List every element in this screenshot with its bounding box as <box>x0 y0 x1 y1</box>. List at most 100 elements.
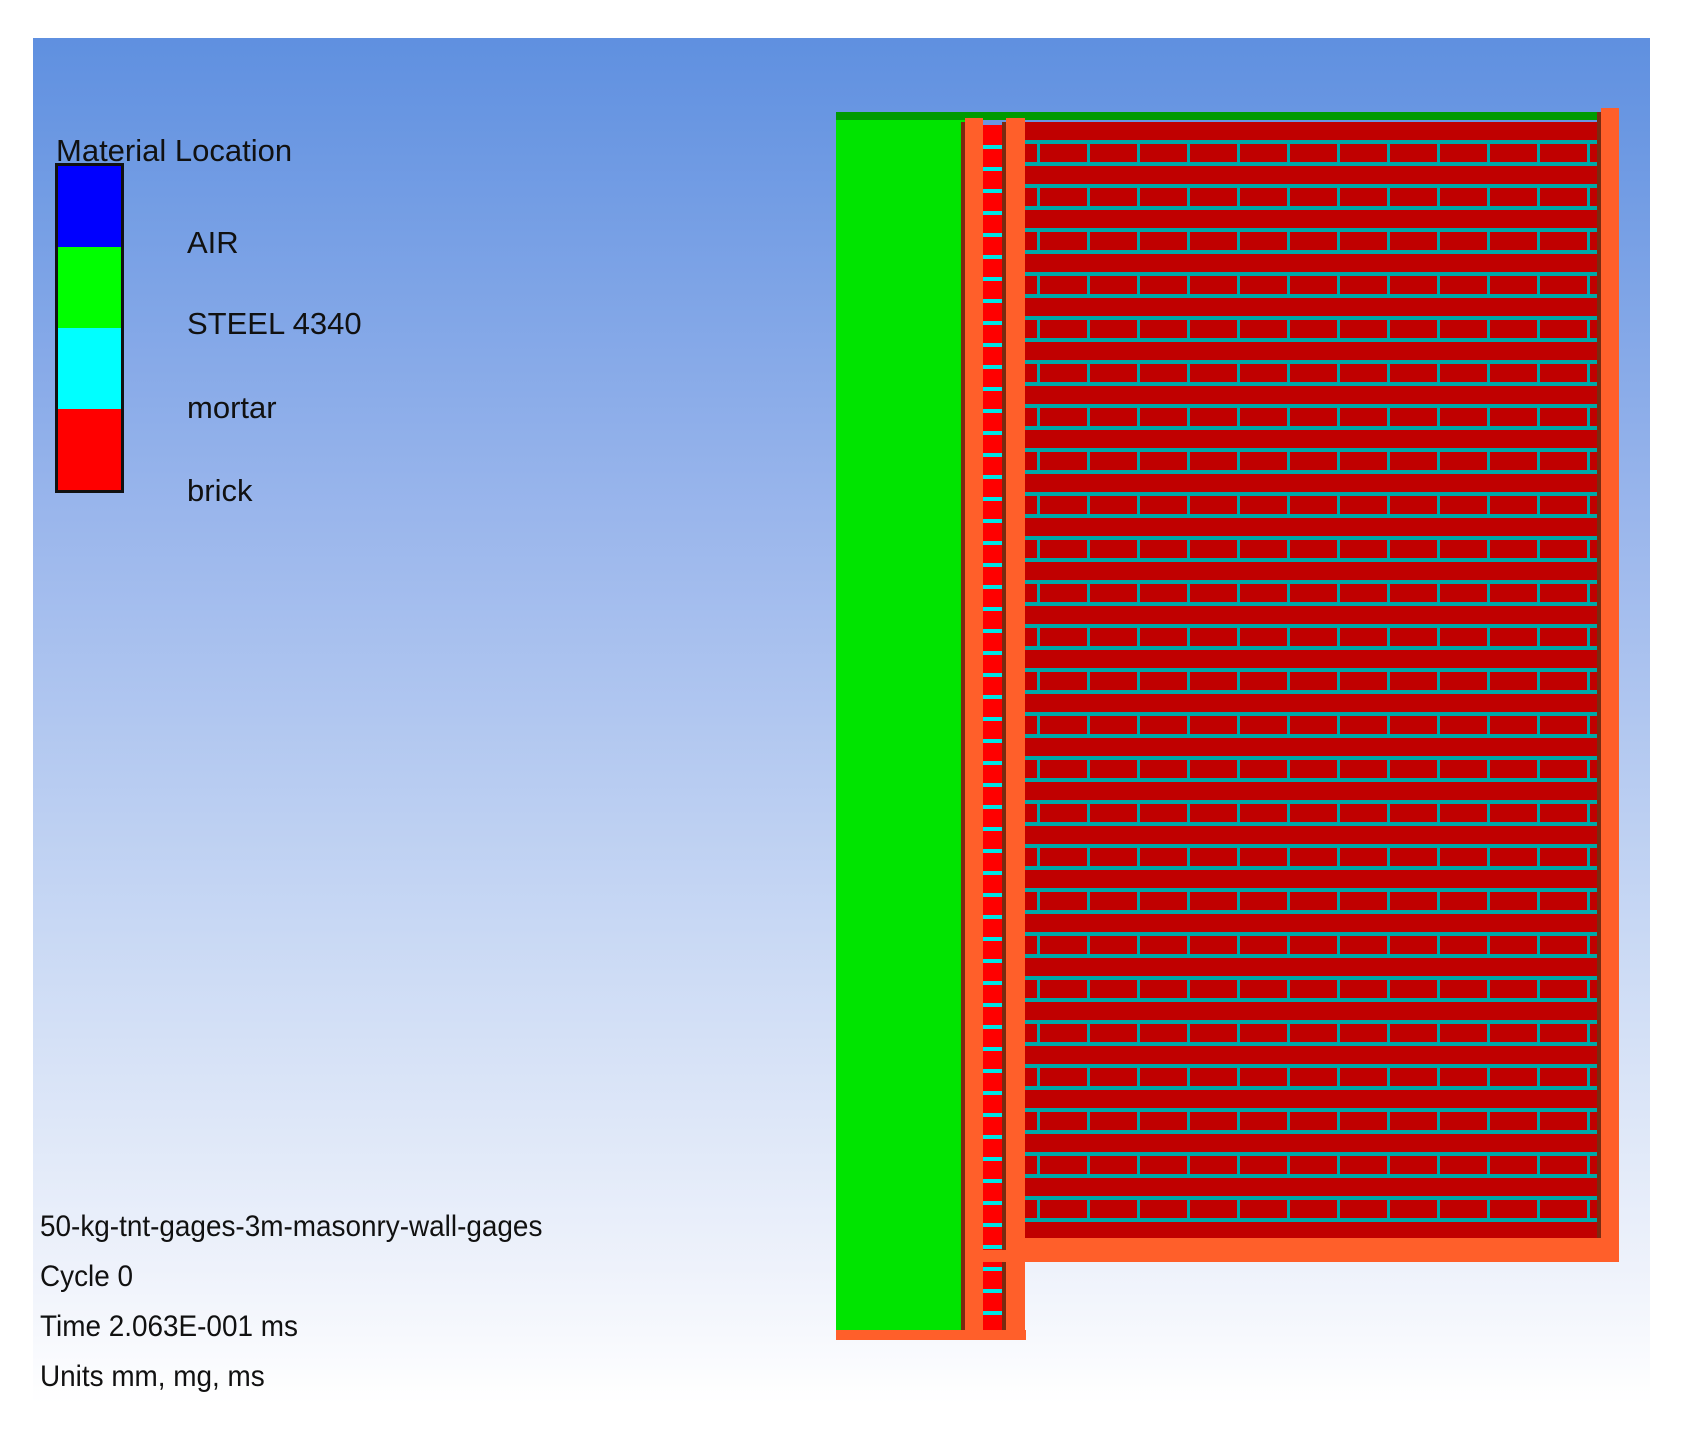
mortar-head-joint <box>1237 980 1240 998</box>
mortar-head-joint <box>1487 672 1490 690</box>
mortar-head-joint <box>1387 408 1390 426</box>
mortar-bed-joint <box>1025 162 1600 166</box>
mortar-head-joint <box>1087 232 1090 250</box>
mortar-strip-joint <box>983 431 1002 435</box>
mortar-bed-joint <box>1025 800 1600 804</box>
mortar-strip-joint <box>983 651 1002 655</box>
mortar-head-joint <box>1237 320 1240 338</box>
mortar-head-joint <box>1187 760 1190 778</box>
mortar-head-joint <box>1037 848 1040 866</box>
mortar-head-joint <box>1487 848 1490 866</box>
mortar-head-joint <box>1287 804 1290 822</box>
mortar-head-joint <box>1237 1024 1240 1042</box>
mortar-head-joint <box>1187 452 1190 470</box>
mortar-head-joint <box>1287 276 1290 294</box>
mortar-strip-joint <box>983 453 1002 457</box>
mortar-head-joint <box>1037 320 1040 338</box>
mortar-head-joint <box>1287 188 1290 206</box>
mortar-head-joint <box>1037 980 1040 998</box>
mortar-head-joint <box>1087 364 1090 382</box>
mortar-head-joint <box>1287 628 1290 646</box>
mortar-strip-joint <box>983 1223 1002 1227</box>
mortar-bed-joint <box>1025 1196 1600 1200</box>
mortar-head-joint <box>1237 144 1240 162</box>
mortar-head-joint <box>1587 1024 1590 1042</box>
mortar-head-joint <box>1537 232 1540 250</box>
mortar-head-joint <box>1437 716 1440 734</box>
mortar-head-joint <box>1087 496 1090 514</box>
mortar-head-joint <box>1437 144 1440 162</box>
mortar-strip-joint <box>983 607 1002 611</box>
mortar-head-joint <box>1137 408 1140 426</box>
mortar-head-joint <box>1237 232 1240 250</box>
mortar-head-joint <box>1237 848 1240 866</box>
mortar-head-joint <box>1287 320 1290 338</box>
mortar-bed-joint <box>1025 492 1600 496</box>
mortar-head-joint <box>1037 716 1040 734</box>
mortar-head-joint <box>1337 276 1340 294</box>
mortar-head-joint <box>1337 1200 1340 1218</box>
mortar-strip-joint <box>983 871 1002 875</box>
mortar-head-joint <box>1337 1112 1340 1130</box>
mortar-strip-joint <box>983 959 1002 963</box>
mortar-head-joint <box>1587 980 1590 998</box>
mortar-head-joint <box>1537 276 1540 294</box>
mortar-bed-joint <box>1025 668 1600 672</box>
mortar-head-joint <box>1187 496 1190 514</box>
mortar-bed-joint <box>1025 888 1600 892</box>
mortar-head-joint <box>1087 628 1090 646</box>
mortar-head-joint <box>1587 936 1590 954</box>
mortar-head-joint <box>1487 408 1490 426</box>
mortar-head-joint <box>1487 628 1490 646</box>
mortar-bed-joint <box>1025 316 1600 320</box>
mortar-head-joint <box>1587 452 1590 470</box>
mortar-head-joint <box>1287 980 1290 998</box>
mortar-head-joint <box>1137 892 1140 910</box>
mortar-head-joint <box>1087 144 1090 162</box>
mortar-head-joint <box>1087 584 1090 602</box>
mortar-bed-joint <box>1025 338 1600 342</box>
mortar-head-joint <box>1287 584 1290 602</box>
mortar-strip-joint <box>983 673 1002 677</box>
mortar-head-joint <box>1487 584 1490 602</box>
mortar-head-joint <box>1187 892 1190 910</box>
mortar-strip-joint <box>983 1289 1002 1293</box>
mortar-head-joint <box>1087 804 1090 822</box>
mortar-head-joint <box>1287 496 1290 514</box>
mortar-bed-joint <box>1025 844 1600 848</box>
mortar-head-joint <box>1337 584 1340 602</box>
mortar-head-joint <box>1437 320 1440 338</box>
mortar-head-joint <box>1137 936 1140 954</box>
mortar-head-joint <box>1237 1156 1240 1174</box>
mortar-head-joint <box>1587 144 1590 162</box>
mortar-strip-joint <box>983 981 1002 985</box>
mortar-head-joint <box>1237 892 1240 910</box>
frame-shadow <box>961 122 965 1332</box>
mortar-head-joint <box>1137 1024 1140 1042</box>
mortar-head-joint <box>1137 1068 1140 1086</box>
mortar-head-joint <box>1237 804 1240 822</box>
mortar-head-joint <box>1337 232 1340 250</box>
mortar-head-joint <box>1287 232 1290 250</box>
mortar-head-joint <box>1387 1156 1390 1174</box>
mortar-head-joint <box>1487 760 1490 778</box>
mortar-head-joint <box>1337 760 1340 778</box>
mortar-head-joint <box>1387 232 1390 250</box>
mortar-bed-joint <box>1025 910 1600 914</box>
mortar-head-joint <box>1287 848 1290 866</box>
mortar-strip-joint <box>983 1311 1002 1315</box>
mortar-head-joint <box>1487 936 1490 954</box>
mortar-head-joint <box>1287 1200 1290 1218</box>
mortar-strip-joint <box>983 541 1002 545</box>
mortar-head-joint <box>1387 1068 1390 1086</box>
mortar-head-joint <box>1087 452 1090 470</box>
mortar-head-joint <box>1437 496 1440 514</box>
mortar-head-joint <box>1337 320 1340 338</box>
mortar-head-joint <box>1437 672 1440 690</box>
frame-strip-left <box>965 118 983 1333</box>
mortar-strip-joint <box>983 1157 1002 1161</box>
mortar-head-joint <box>1037 232 1040 250</box>
mortar-head-joint <box>1537 584 1540 602</box>
mortar-head-joint <box>1187 320 1190 338</box>
mortar-bed-joint <box>1025 932 1600 936</box>
